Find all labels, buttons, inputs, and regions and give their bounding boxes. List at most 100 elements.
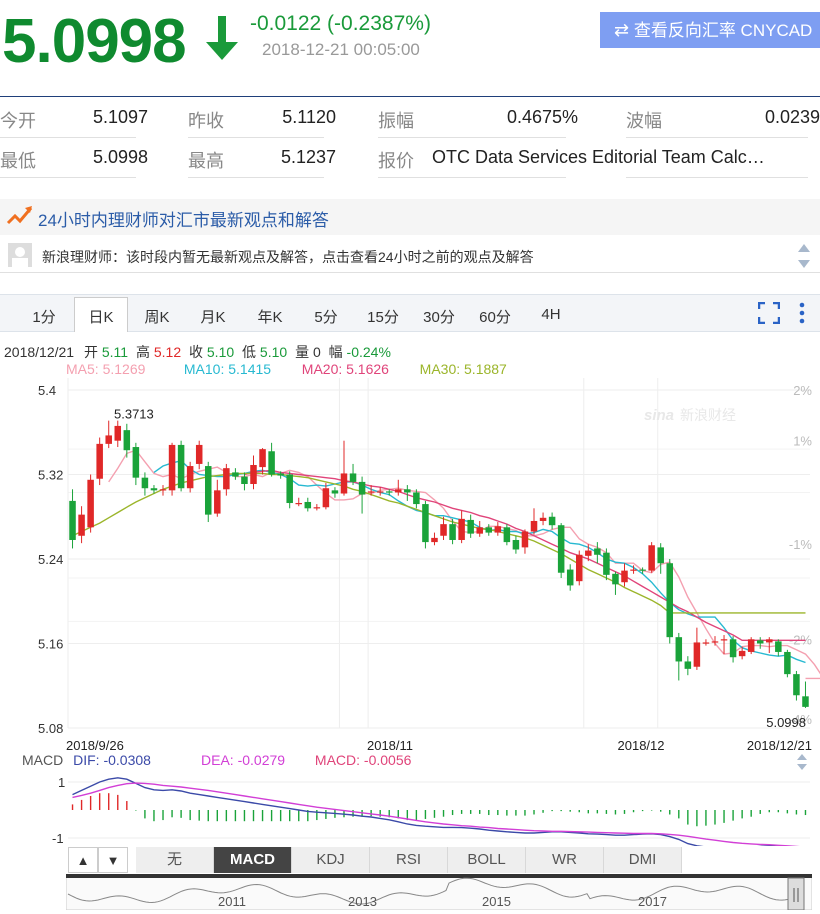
indicator-button[interactable]: WR bbox=[526, 847, 604, 873]
candle[interactable] bbox=[114, 420, 122, 448]
candle-body bbox=[241, 476, 248, 485]
period-tab[interactable]: 15分 bbox=[357, 306, 409, 327]
candle[interactable] bbox=[313, 504, 321, 511]
candle[interactable] bbox=[657, 543, 664, 574]
candle[interactable] bbox=[331, 487, 339, 498]
candle[interactable] bbox=[476, 520, 483, 537]
candle[interactable] bbox=[612, 571, 619, 595]
candle[interactable] bbox=[241, 472, 248, 491]
candle[interactable] bbox=[186, 461, 194, 493]
period-tab[interactable]: 4H bbox=[525, 306, 577, 323]
period-tab[interactable]: 5分 bbox=[300, 306, 352, 327]
candle[interactable] bbox=[557, 523, 565, 579]
candle[interactable] bbox=[621, 563, 628, 587]
advisor-news-item[interactable]: 新浪理财师：该时段内暂无最新观点及解答，点击查看24小时之前的观点及解答 bbox=[42, 247, 534, 267]
candle[interactable] bbox=[603, 548, 610, 581]
macd-chart[interactable]: 1 -1 bbox=[0, 770, 820, 846]
period-tab[interactable]: 1分 bbox=[18, 306, 70, 327]
period-tab[interactable]: 月K bbox=[187, 306, 239, 327]
candle[interactable] bbox=[87, 474, 94, 533]
candle[interactable] bbox=[177, 440, 185, 492]
candle[interactable] bbox=[693, 627, 701, 670]
fullscreen-icon[interactable] bbox=[758, 302, 780, 324]
period-tab[interactable]: 30分 bbox=[413, 306, 465, 327]
indicator-button[interactable]: KDJ bbox=[292, 847, 370, 873]
candle-body bbox=[494, 526, 502, 533]
candle[interactable] bbox=[566, 564, 574, 591]
candle[interactable] bbox=[204, 461, 212, 523]
period-tab[interactable]: 周K bbox=[131, 306, 183, 327]
candle[interactable] bbox=[322, 482, 330, 510]
candle[interactable] bbox=[431, 532, 438, 546]
candle[interactable] bbox=[594, 542, 601, 564]
candle[interactable] bbox=[214, 479, 221, 517]
nav-down-button[interactable]: ▼ bbox=[98, 847, 128, 873]
candle[interactable] bbox=[802, 681, 809, 708]
period-tab[interactable]: 60分 bbox=[469, 306, 521, 327]
candle[interactable] bbox=[349, 463, 357, 486]
more-icon[interactable] bbox=[798, 302, 806, 324]
indicator-button[interactable]: BOLL bbox=[448, 847, 526, 873]
candle[interactable] bbox=[503, 524, 511, 546]
candle[interactable] bbox=[168, 442, 176, 496]
candle[interactable] bbox=[132, 442, 140, 486]
candle[interactable] bbox=[223, 463, 230, 496]
candle[interactable] bbox=[539, 512, 547, 526]
candle[interactable] bbox=[648, 542, 655, 573]
candle[interactable] bbox=[69, 489, 76, 549]
period-tab[interactable]: 日K bbox=[75, 306, 127, 327]
candle[interactable] bbox=[675, 632, 683, 681]
reverse-rate-button[interactable]: ⇄ 查看反向汇率 CNYCAD bbox=[600, 12, 820, 48]
candle[interactable] bbox=[775, 639, 782, 657]
candle[interactable] bbox=[304, 497, 312, 512]
range-navigator[interactable]: 2011 2013 2015 2017 bbox=[66, 874, 812, 910]
candle[interactable] bbox=[684, 656, 692, 676]
quote-value: 0.4675% bbox=[506, 107, 578, 127]
candle[interactable] bbox=[195, 440, 203, 470]
candle[interactable] bbox=[395, 479, 402, 496]
candle[interactable] bbox=[286, 471, 293, 509]
advisor-news-title[interactable]: 24小时内理财师对汇市最新观点和解答 bbox=[38, 206, 329, 231]
candle[interactable] bbox=[232, 468, 239, 480]
candle[interactable] bbox=[404, 485, 411, 501]
high-label: 高 bbox=[135, 344, 150, 360]
candle[interactable] bbox=[784, 649, 791, 678]
indicator-button[interactable]: 无 bbox=[136, 847, 214, 873]
nav-up-button[interactable]: ▲ bbox=[68, 847, 98, 873]
candle[interactable] bbox=[747, 637, 755, 655]
candle[interactable] bbox=[766, 637, 773, 654]
watermark-text: 新浪财经 bbox=[680, 407, 736, 423]
candle[interactable] bbox=[494, 522, 502, 536]
candle[interactable] bbox=[467, 514, 474, 538]
quote-label: 最低 bbox=[0, 151, 36, 171]
news-scroll-arrows[interactable] bbox=[796, 243, 812, 269]
candle[interactable] bbox=[666, 559, 674, 644]
macd-collapse-arrows[interactable] bbox=[794, 754, 810, 770]
navigator-handle[interactable] bbox=[787, 877, 805, 910]
candle[interactable] bbox=[105, 420, 112, 449]
candle[interactable] bbox=[78, 506, 85, 544]
candle[interactable] bbox=[575, 550, 583, 586]
candle-body bbox=[639, 569, 646, 571]
candle[interactable] bbox=[793, 670, 800, 701]
candle[interactable] bbox=[512, 535, 520, 554]
indicator-button[interactable]: RSI bbox=[370, 847, 448, 873]
candle[interactable] bbox=[756, 637, 764, 649]
indicator-button[interactable]: DMI bbox=[604, 847, 682, 873]
candle[interactable] bbox=[521, 529, 529, 554]
candle[interactable] bbox=[422, 500, 429, 549]
candle[interactable] bbox=[729, 636, 737, 663]
candlestick-chart[interactable]: 5.45.325.245.165.082%1%-1%-2%-4%sina 新浪财经… bbox=[0, 378, 820, 756]
candle[interactable] bbox=[458, 510, 465, 544]
candle[interactable] bbox=[702, 639, 710, 646]
candle[interactable] bbox=[530, 508, 538, 535]
navigator-top-bar bbox=[66, 874, 812, 878]
candle[interactable] bbox=[250, 455, 257, 490]
candle[interactable] bbox=[159, 485, 167, 496]
period-tab[interactable]: 年K bbox=[244, 306, 296, 327]
candle[interactable] bbox=[295, 497, 303, 507]
indicator-button[interactable]: MACD bbox=[214, 847, 292, 873]
candle[interactable] bbox=[268, 442, 275, 477]
candle[interactable] bbox=[96, 437, 103, 486]
candle[interactable] bbox=[548, 512, 556, 530]
